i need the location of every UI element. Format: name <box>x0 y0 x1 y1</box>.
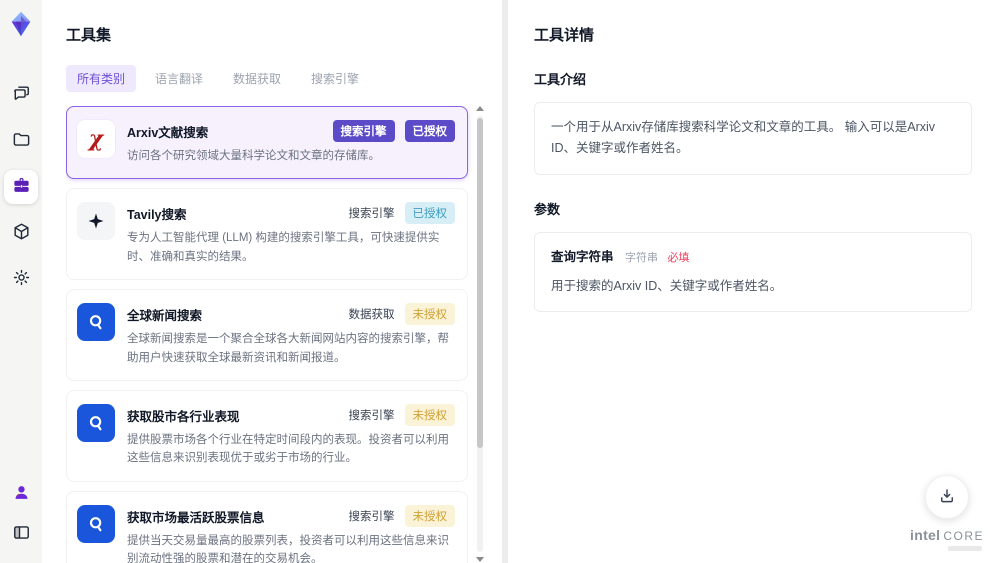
intro-heading: 工具介绍 <box>534 72 587 87</box>
tool-intro-text: 一个用于从Arxiv存储库搜索科学论文和文章的工具。 输入可以是Arxiv ID… <box>534 102 972 175</box>
auth-status-badge: 未授权 <box>404 303 455 326</box>
auth-status-badge: 未授权 <box>404 504 455 527</box>
intel-sub-badge <box>948 546 983 551</box>
category-tabs: 所有类别 语言翻译 数据获取 搜索引擎 <box>66 65 484 92</box>
tool-description: 访问各个研究领域大量科学论文和文章的存储库。 <box>127 150 380 162</box>
download-button[interactable] <box>925 475 970 519</box>
intel-core-logo: intel CORE <box>910 527 984 543</box>
tab-search-engine[interactable]: 搜索引擎 <box>300 65 370 92</box>
sidebar-item-panel-toggle[interactable] <box>4 517 38 551</box>
params-heading: 参数 <box>534 201 561 217</box>
scrollbar-up-arrow-icon[interactable] <box>476 106 484 111</box>
parameter-card: 查询字符串 字符串 必填 用于搜索的Arxiv ID、关键字或作者姓名。 <box>534 231 972 312</box>
auth-status-badge: 已授权 <box>404 202 455 225</box>
tool-card-arxiv[interactable]: χ Arxiv文献搜索 访问各个研究领域大量科学论文和文章的存储库。 搜索引擎 … <box>66 106 468 180</box>
parameter-required-label: 必填 <box>667 251 690 264</box>
blue-search-icon <box>77 403 115 442</box>
blue-search-icon <box>77 303 115 342</box>
tab-data-fetching[interactable]: 数据获取 <box>222 65 292 92</box>
intel-wordmark: intel <box>910 527 941 543</box>
detail-title: 工具详情 <box>534 27 595 44</box>
category-badge: 搜索引擎 <box>332 120 395 142</box>
corner-widgets: intel CORE <box>910 475 984 551</box>
sidebar-item-files[interactable] <box>4 124 38 158</box>
user-icon <box>12 483 31 505</box>
category-badge: 搜索引擎 <box>348 208 395 221</box>
tool-card-most-active-stocks[interactable]: 获取市场最活跃股票信息 提供当天交易量最高的股票列表，投资者可以利用这些信息来识… <box>66 490 468 563</box>
gear-icon <box>12 268 31 290</box>
tool-card-tavily[interactable]: Tavily搜索 专为人工智能代理 (LLM) 构建的搜索引擎工具，可快速提供实… <box>66 188 468 281</box>
auth-status-badge: 未授权 <box>404 403 455 426</box>
sidebar-item-profile[interactable] <box>4 477 38 511</box>
chat-icon <box>12 84 31 106</box>
tool-card-global-news[interactable]: 全球新闻搜索 全球新闻搜索是一个聚合全球各大新闻网站内容的搜索引擎，帮助用户快速… <box>66 289 468 381</box>
page-title: 工具集 <box>66 27 112 44</box>
tab-language-translation[interactable]: 语言翻译 <box>144 65 214 92</box>
tavily-star-icon <box>77 202 115 241</box>
category-badge: 搜索引擎 <box>348 510 395 523</box>
tool-description: 专为人工智能代理 (LLM) 构建的搜索引擎工具，可快速提供实时、准确和真实的结… <box>127 232 440 263</box>
parameter-description: 用于搜索的Arxiv ID、关键字或作者姓名。 <box>551 278 783 293</box>
auth-status-badge: 已授权 <box>404 120 455 142</box>
core-wordmark: CORE <box>943 529 984 543</box>
tool-description: 提供股票市场各个行业在特定时间段内的表现。投资者可以利用这些信息来识别表现优于或… <box>127 433 449 465</box>
folder-icon <box>12 130 31 152</box>
tools-panel: 工具集 所有类别 语言翻译 数据获取 搜索引擎 χ Arxiv文献搜索 访问各个… <box>42 0 502 563</box>
tool-description: 提供当天交易量最高的股票列表，投资者可以利用这些信息来识别流动性强的股票和潜在的… <box>127 534 449 563</box>
panel-toggle-icon <box>12 523 31 545</box>
tab-all-categories[interactable]: 所有类别 <box>66 65 137 92</box>
parameter-name: 查询字符串 <box>551 249 614 264</box>
scrollbar-thumb[interactable] <box>477 118 483 448</box>
download-icon <box>938 487 956 508</box>
arxiv-icon: χ <box>77 120 115 158</box>
cube-icon <box>12 222 31 244</box>
sidebar-item-settings[interactable] <box>4 262 38 296</box>
sidebar-item-tools[interactable] <box>4 170 38 204</box>
blue-search-icon <box>77 504 115 543</box>
sidebar <box>0 0 42 563</box>
briefcase-icon <box>12 176 31 198</box>
scrollbar-down-arrow-icon[interactable] <box>476 557 484 562</box>
parameter-type: 字符串 <box>625 251 658 264</box>
category-badge: 搜索引擎 <box>348 409 395 422</box>
tool-list: χ Arxiv文献搜索 访问各个研究领域大量科学论文和文章的存储库。 搜索引擎 … <box>66 106 484 563</box>
list-scrollbar[interactable] <box>476 106 484 562</box>
sidebar-item-models[interactable] <box>4 216 38 250</box>
tool-card-sector-performance[interactable]: 获取股市各行业表现 提供股票市场各个行业在特定时间段内的表现。投资者可以利用这些… <box>66 389 468 482</box>
app-logo <box>7 10 35 38</box>
category-badge: 数据获取 <box>348 309 395 322</box>
sidebar-item-chat[interactable] <box>4 78 38 112</box>
tool-description: 全球新闻搜索是一个聚合全球各大新闻网站内容的搜索引擎，帮助用户快速获取全球最新资… <box>127 333 449 364</box>
panel-divider <box>502 0 508 563</box>
